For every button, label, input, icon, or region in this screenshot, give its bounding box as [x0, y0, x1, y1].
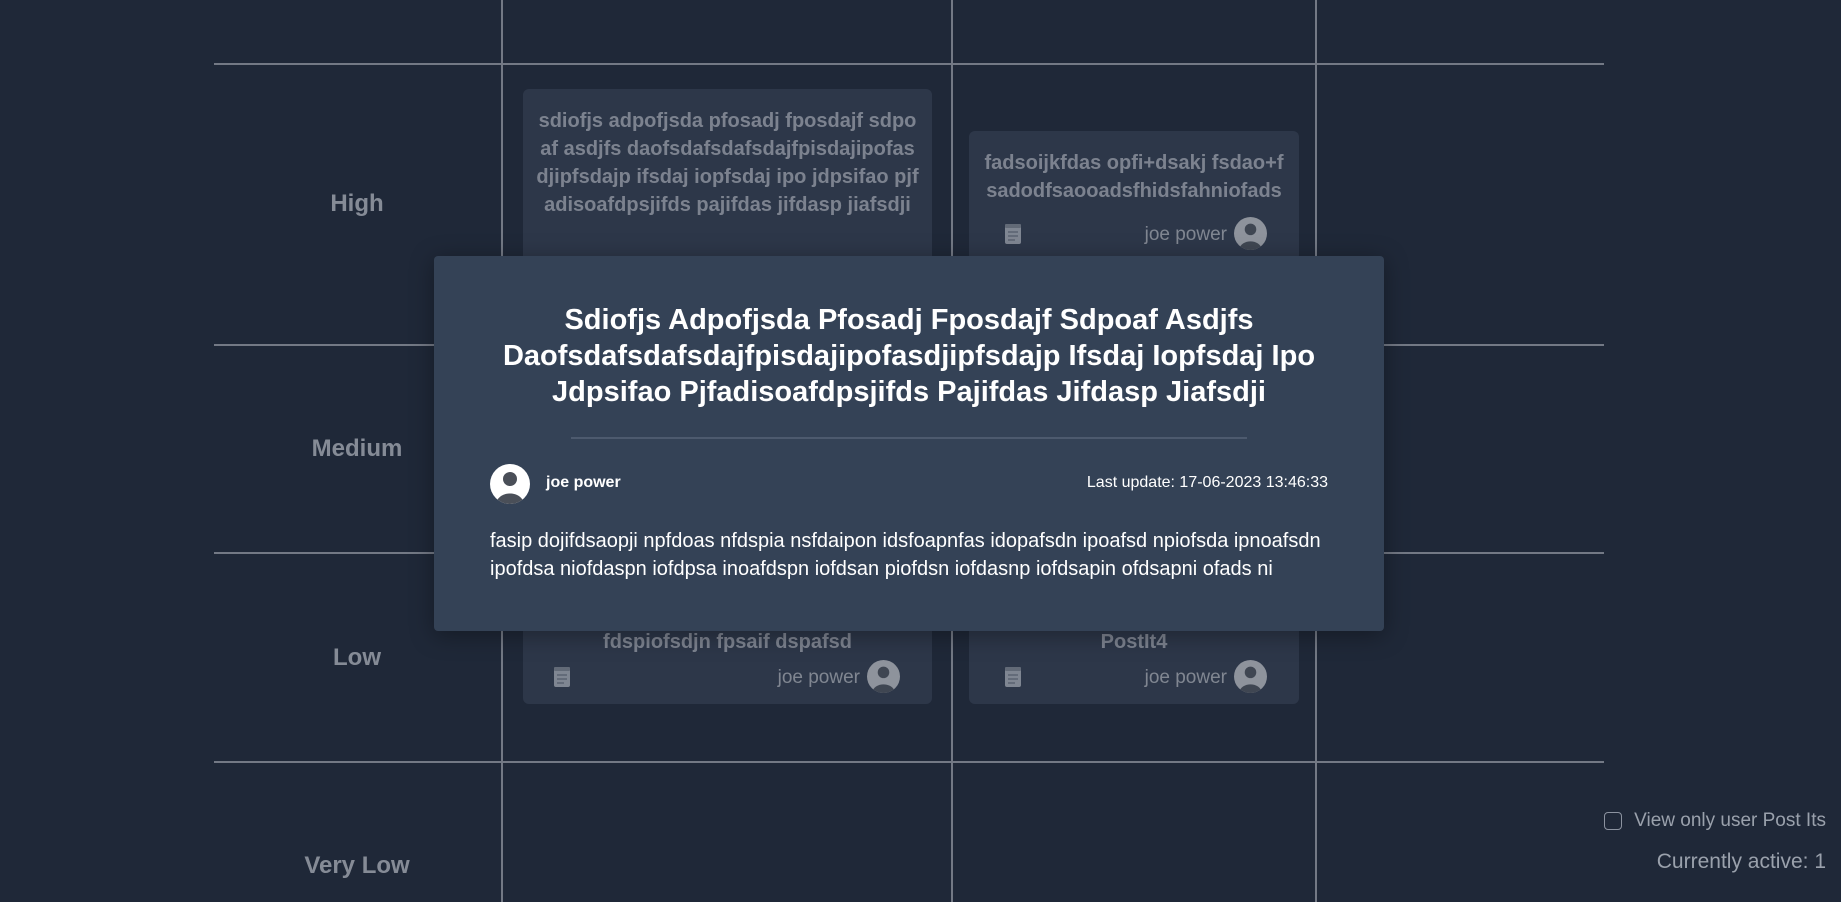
postit-footer: joe power	[969, 660, 1299, 694]
view-only-user-filter[interactable]: View only user Post Its	[1604, 810, 1826, 832]
modal-title: Sdiofjs Adpofjsda Pfosadj Fposdajf Sdpoa…	[502, 304, 1316, 408]
postit-title: sdiofjs adpofjsda pfosadj fposdajf sdpoa…	[536, 110, 919, 216]
row-label-high: High	[330, 190, 384, 217]
modal-body-text: fasip dojifdsaopji npfdoas nfdspia nsfda…	[490, 530, 1321, 580]
postit-title: PostIt4	[1100, 631, 1168, 653]
row-label-very-low: Very Low	[304, 852, 410, 879]
user-avatar-icon	[490, 464, 530, 504]
postit-detail-modal: Sdiofjs Adpofjsda Pfosadj Fposdajf Sdpoa…	[434, 256, 1384, 631]
postit-card[interactable]: sdiofjs adpofjsda pfosadj fposdajf sdpoa…	[523, 89, 932, 269]
user-avatar-icon	[867, 660, 900, 693]
postit-author: joe power	[1144, 224, 1227, 245]
notepad-icon[interactable]	[1004, 223, 1022, 245]
grid-line	[214, 63, 1604, 65]
postit-card[interactable]: fadsoijkfdas opfi+dsakj fsdao+f sadodfsa…	[969, 131, 1299, 261]
user-avatar-icon	[1234, 660, 1267, 693]
grid-line	[214, 761, 1604, 763]
active-count-status: Currently active: 1	[1656, 850, 1826, 873]
notepad-icon[interactable]	[1004, 666, 1022, 688]
postit-title: fadsoijkfdas opfi+dsakj fsdao+f sadodfsa…	[984, 152, 1284, 202]
postit-footer: joe power	[969, 217, 1299, 251]
view-only-user-checkbox[interactable]	[1604, 812, 1623, 830]
row-label-low: Low	[333, 644, 381, 671]
last-update-timestamp: Last update: 17-06-2023 13:46:33	[1086, 474, 1328, 491]
modal-author: joe power	[546, 474, 621, 491]
notepad-icon[interactable]	[553, 666, 571, 688]
modal-divider	[571, 437, 1247, 439]
postit-footer: joe power	[523, 660, 932, 694]
postit-author: joe power	[1144, 667, 1227, 688]
filter-label: View only user Post Its	[1634, 810, 1826, 831]
user-avatar-icon	[1234, 217, 1267, 250]
postit-author: joe power	[777, 667, 860, 688]
postit-title: fdspiofsdjn fpsaif dspafsd	[603, 631, 852, 653]
